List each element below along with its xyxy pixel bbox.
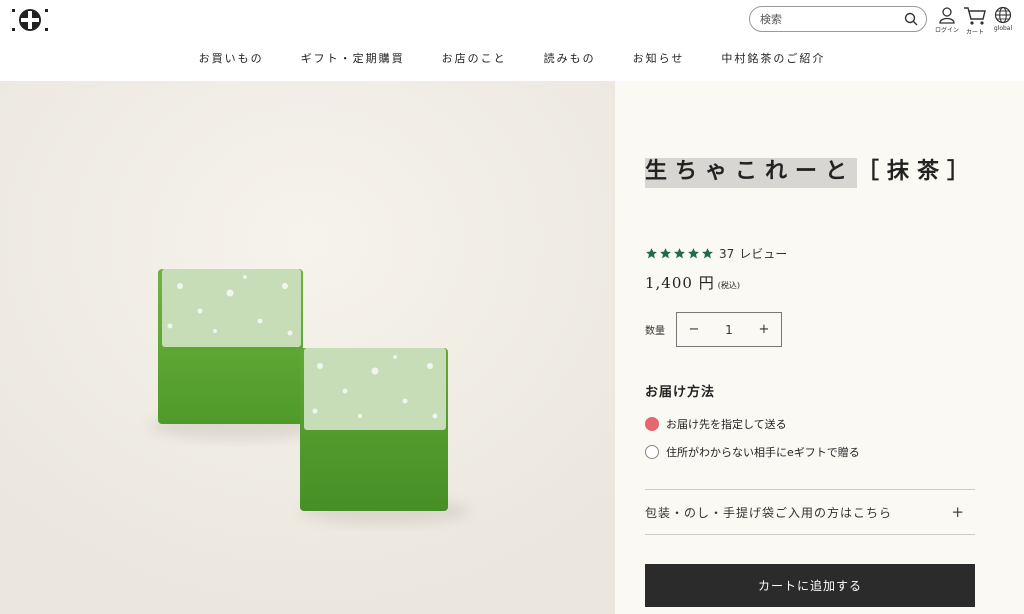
search-box[interactable] xyxy=(749,6,927,32)
rating-stars xyxy=(645,247,714,260)
star-icon xyxy=(646,248,657,259)
price-value: 1,400 円 xyxy=(645,274,715,292)
product-title-highlight: 生ちゃこれーと xyxy=(645,158,858,188)
nav-item-gift-subscription[interactable]: ギフト・定期購買 xyxy=(301,50,405,66)
cart-button[interactable]: カート xyxy=(963,6,987,36)
product-rating[interactable]: 37 レビュー xyxy=(645,245,787,262)
cart-caption: カート xyxy=(965,29,984,36)
star-icon xyxy=(702,248,713,259)
global-button[interactable]: global xyxy=(993,6,1013,32)
matcha-chocolate-photo xyxy=(0,81,615,614)
product-title: 生ちゃこれーと［抹茶］ xyxy=(645,153,978,188)
delivery-option-address[interactable]: お届け先を指定して送る xyxy=(645,416,787,432)
nav-item-shopping[interactable]: お買いもの xyxy=(199,50,264,66)
quantity-increase-button[interactable]: + xyxy=(757,322,771,337)
wrapping-options-accordion[interactable]: 包装・のし・手提げ袋ご入用の方はこちら + xyxy=(645,489,975,535)
product-title-variant: ［抹茶］ xyxy=(857,158,978,184)
quantity-stepper[interactable]: − 1 + xyxy=(676,312,782,347)
delivery-option-label: お届け先を指定して送る xyxy=(666,418,787,431)
nav-item-news[interactable]: お知らせ xyxy=(633,50,685,66)
login-caption: ログイン xyxy=(935,27,960,34)
product-image xyxy=(0,81,615,614)
star-icon xyxy=(674,248,685,259)
review-label: レビュー xyxy=(739,247,788,261)
radio-unselected-icon[interactable] xyxy=(645,445,659,459)
nav-item-about-store[interactable]: お店のこと xyxy=(442,50,507,66)
quantity-value[interactable]: 1 xyxy=(725,323,733,337)
delivery-option-label: 住所がわからない相手にeギフトで贈る xyxy=(666,446,860,459)
radio-selected-icon[interactable] xyxy=(645,417,659,431)
brand-logo[interactable] xyxy=(10,6,50,34)
user-icon xyxy=(939,7,955,24)
globe-icon xyxy=(994,6,1012,24)
star-icon xyxy=(688,248,699,259)
star-icon xyxy=(660,248,671,259)
price-tax-note: (税込) xyxy=(717,281,740,290)
review-count: 37 xyxy=(719,246,735,261)
search-icon[interactable] xyxy=(904,12,918,26)
delivery-method-title: お届け方法 xyxy=(645,385,716,400)
expand-plus-icon[interactable]: + xyxy=(951,503,965,521)
nav-item-company-intro[interactable]: 中村銘茶のご紹介 xyxy=(721,50,825,66)
add-to-cart-button[interactable]: カートに追加する xyxy=(645,564,975,607)
nav-item-reading[interactable]: 読みもの xyxy=(544,50,596,66)
cart-icon xyxy=(964,7,986,25)
quantity-label: 数量 xyxy=(645,326,665,337)
login-button[interactable]: ログイン xyxy=(935,6,959,34)
delivery-option-egift[interactable]: 住所がわからない相手にeギフトで贈る xyxy=(645,444,860,460)
product-price: 1,400 円 (税込) xyxy=(645,272,740,293)
wrapping-options-label: 包装・のし・手提げ袋ご入用の方はこちら xyxy=(645,505,893,520)
site-header: ログイン カート global お買いもの ギフト・定期購買 お店のこと 読みも… xyxy=(0,0,1024,80)
search-input[interactable] xyxy=(760,12,904,26)
main-nav: お買いもの ギフト・定期購買 お店のこと 読みもの お知らせ 中村銘茶のご紹介 xyxy=(0,50,1024,66)
quantity-decrease-button[interactable]: − xyxy=(687,322,701,337)
global-caption: global xyxy=(993,25,1013,32)
